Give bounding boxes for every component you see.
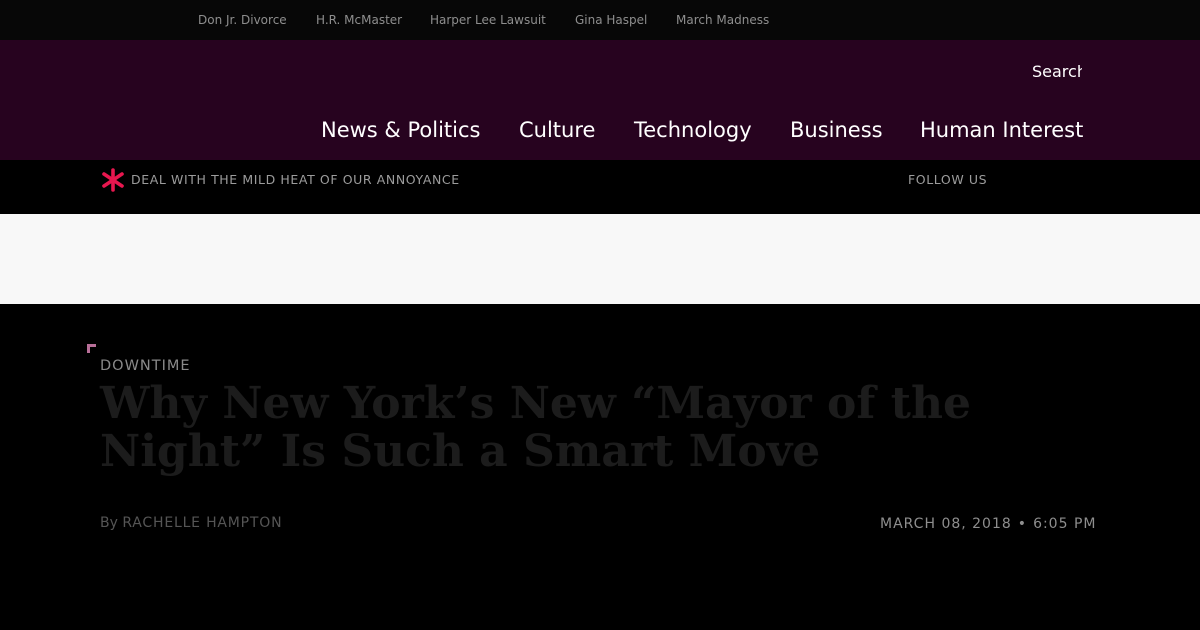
nav-human-interest[interactable]: Human Interest xyxy=(920,116,1083,144)
trending-link-march-madness[interactable]: March Madness xyxy=(676,12,769,28)
publish-time: 6:05 PM xyxy=(1033,516,1097,532)
trending-link-gina-haspel[interactable]: Gina Haspel xyxy=(575,12,647,28)
publish-date: MARCH 08, 2018 xyxy=(880,516,1012,532)
ad-slot xyxy=(0,214,1200,304)
site-tagline: DEAL WITH THE MILD HEAT OF OUR ANNOYANCE xyxy=(131,172,460,187)
article-dateline: MARCH 08, 2018 • 6:05 PM xyxy=(880,515,1096,533)
nav-culture[interactable]: Culture xyxy=(519,116,595,144)
tagline-bar: DEAL WITH THE MILD HEAT OF OUR ANNOYANCE… xyxy=(0,160,1200,214)
article-headline: Why New York’s New “Mayor of the Night” … xyxy=(100,378,971,477)
follow-us-link[interactable]: FOLLOW US xyxy=(908,172,987,188)
trending-link-hr-mcmaster[interactable]: H.R. McMaster xyxy=(316,12,402,28)
search-input[interactable]: Search xyxy=(1032,62,1082,84)
nav-business[interactable]: Business xyxy=(790,116,883,144)
nav-technology[interactable]: Technology xyxy=(634,116,752,144)
article-kicker[interactable]: DOWNTIME xyxy=(100,357,191,375)
article-byline: By RACHELLE HAMPTON xyxy=(100,514,282,532)
corner-bracket-icon xyxy=(87,344,96,353)
trending-bar: Don Jr. Divorce H.R. McMaster Harper Lee… xyxy=(0,0,1200,40)
article-header: DOWNTIME Why New York’s New “Mayor of th… xyxy=(0,304,1200,630)
trending-link-harper-lee-lawsuit[interactable]: Harper Lee Lawsuit xyxy=(430,12,546,28)
asterisk-logo-icon[interactable] xyxy=(100,167,126,193)
masthead: Search News & Politics Culture Technolog… xyxy=(0,40,1200,160)
trending-link-don-jr-divorce[interactable]: Don Jr. Divorce xyxy=(198,12,287,28)
date-separator: • xyxy=(1017,516,1028,532)
nav-news-politics[interactable]: News & Politics xyxy=(321,116,480,144)
author-link[interactable]: RACHELLE HAMPTON xyxy=(122,515,282,531)
byline-prefix: By xyxy=(100,515,118,531)
